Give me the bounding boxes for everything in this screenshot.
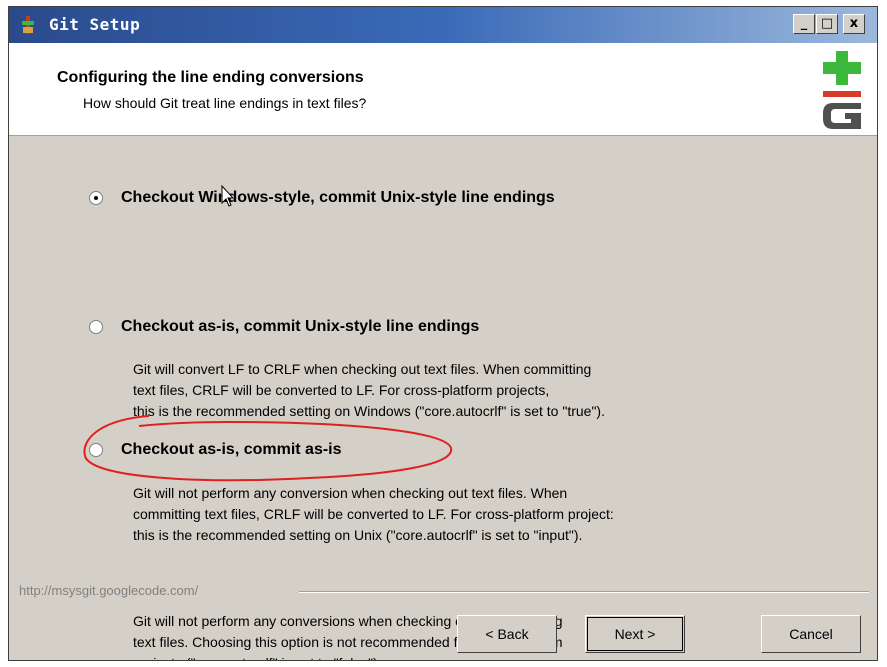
description-line: text files, CRLF will be converted to LF… xyxy=(133,382,550,398)
close-button[interactable]: x xyxy=(843,14,865,34)
option-label[interactable]: Checkout as-is, commit Unix-style line e… xyxy=(121,318,479,336)
radio-as-is[interactable] xyxy=(89,443,103,457)
radio-unix-style[interactable] xyxy=(89,320,103,334)
back-button[interactable]: < Back xyxy=(457,615,557,653)
page-subtitle: How should Git treat line endings in tex… xyxy=(83,95,367,111)
page-title: Configuring the line ending conversions xyxy=(57,69,364,86)
description-line: this is the recommended setting on Unix … xyxy=(133,527,583,543)
option-description: Git will not perform any conversion when… xyxy=(133,483,614,546)
git-setup-window: Git Setup _ □ x Configuring the line end… xyxy=(8,6,878,661)
next-button[interactable]: Next > xyxy=(585,615,685,653)
radio-windows-style[interactable] xyxy=(89,191,103,205)
description-line: Git will convert LF to CRLF when checkin… xyxy=(133,361,592,377)
option-description: Git will convert LF to CRLF when checkin… xyxy=(133,359,605,422)
footer-divider xyxy=(299,591,869,593)
maximize-button[interactable]: □ xyxy=(816,14,838,34)
description-line: Git will not perform any conversion when… xyxy=(133,485,568,501)
description-line: committing text files, CRLF will be conv… xyxy=(133,506,614,522)
mouse-cursor-icon xyxy=(221,185,235,207)
wizard-header: Configuring the line ending conversions … xyxy=(9,43,877,136)
description-line: this is the recommended setting on Windo… xyxy=(133,403,605,419)
option-label[interactable]: Checkout as-is, commit as-is xyxy=(121,441,342,459)
option-label[interactable]: Checkout Windows-style, commit Unix-styl… xyxy=(121,189,555,207)
options-area: Checkout Windows-style, commit Unix-styl… xyxy=(9,136,877,660)
description-line: projects ("core.autocrlf" is set to "fal… xyxy=(133,653,563,660)
git-logo-icon xyxy=(823,51,861,129)
minimize-button[interactable]: _ xyxy=(793,14,815,34)
window-title: Git Setup xyxy=(49,15,141,34)
cancel-button[interactable]: Cancel xyxy=(761,615,861,653)
msysgit-link[interactable]: http://msysgit.googlecode.com/ xyxy=(19,583,198,598)
git-app-icon xyxy=(22,16,34,34)
title-bar[interactable]: Git Setup _ □ x xyxy=(9,7,877,43)
